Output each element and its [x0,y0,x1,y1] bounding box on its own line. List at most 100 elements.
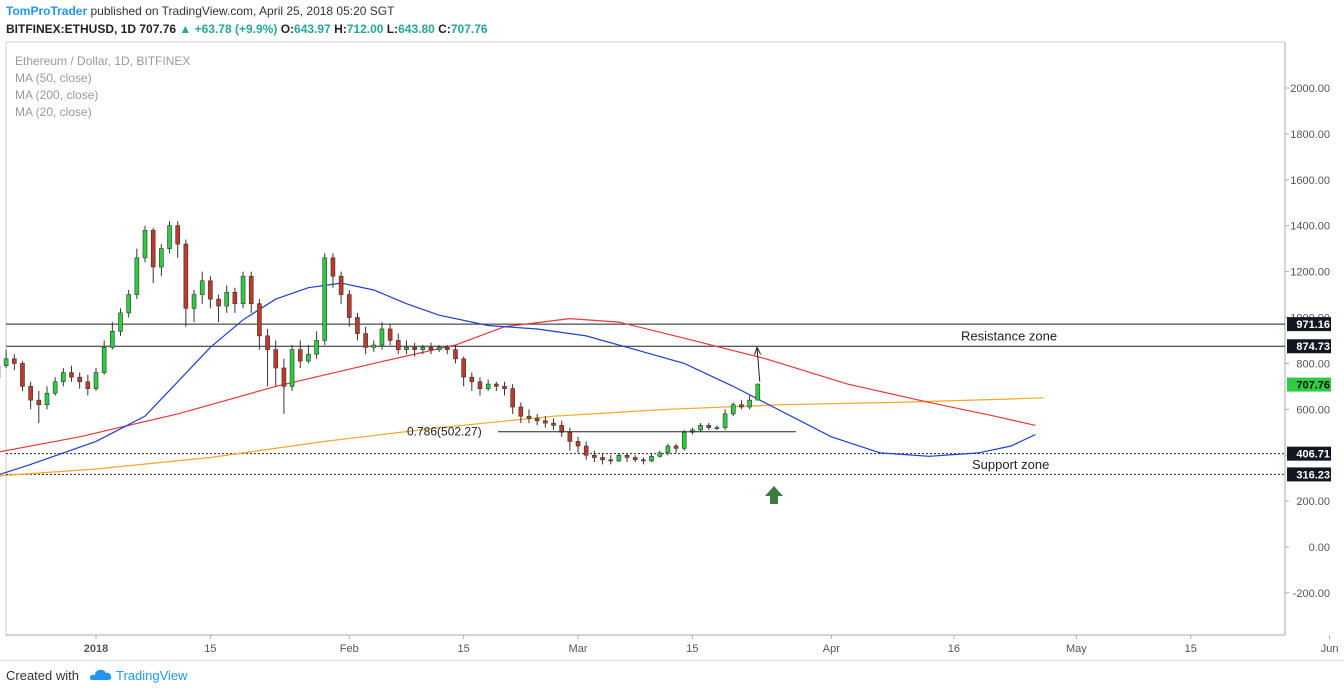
candle-body [583,445,589,456]
footer-bar: Created with TradingView [0,660,1344,693]
x-tick-label: 16 [948,643,960,655]
price-label: 971.16 [1296,319,1330,331]
candle-body [461,358,466,378]
candle-body [739,404,744,408]
y-tick-label: 2000.00 [1290,83,1330,95]
candle-body [730,404,736,415]
x-tick-label: 15 [204,643,216,655]
candle-body [167,225,172,249]
resistance-zone-label: Resistance zone [961,329,1057,344]
fib-label: 0.786(502.27) [407,425,482,439]
candle-body [600,457,605,461]
candle-body [28,386,33,401]
x-tick-label: 15 [1185,643,1197,655]
price-label: 406.71 [1296,449,1330,461]
candle-body [379,328,385,346]
x-tick-label: Jun [1321,643,1339,655]
candle-body [346,294,352,318]
chart-legend: Ethereum / Dollar, 1D, BITFINEX MA (50, … [15,53,190,121]
candle-body [297,349,303,362]
candle-body [575,441,581,447]
candle-body [265,335,270,350]
candle-body [722,413,728,428]
candle-body [673,445,679,449]
candle-body [363,333,368,348]
candle-body [281,367,287,387]
candle-body [289,349,295,387]
price-label: 316.23 [1296,469,1330,481]
candle-body [175,225,180,245]
candle-body [77,376,82,383]
legend-ma200[interactable]: MA (200, close) [15,87,190,104]
candle-body [338,275,344,295]
candle-body [44,392,50,406]
candle-body [232,291,238,305]
candle-body [12,358,17,364]
candle-body [257,303,262,337]
y-tick-label: 1600.00 [1290,175,1330,187]
candle-body [534,418,540,422]
legend-ma50[interactable]: MA (50, close) [15,70,190,87]
legend-ma20[interactable]: MA (20, close) [15,104,190,121]
candle-body [698,425,703,431]
x-tick-label: May [1066,643,1087,655]
candle-body [665,445,671,454]
candle-body [306,353,311,362]
candle-body [502,386,507,389]
created-with-text: Created with [6,668,79,683]
candle-body [85,381,91,389]
y-tick-label: 800.00 [1296,358,1330,370]
y-tick-label: 1400.00 [1290,221,1330,233]
candle-body [159,248,164,268]
ma50-line [0,282,1036,476]
chart-area[interactable]: 2000.001800.001600.001400.001200.001000.… [0,0,1344,692]
candle-body [714,427,720,429]
candle-body [543,420,548,424]
candle-body [240,275,246,305]
plot-frame [5,41,1286,636]
candle-body [322,257,328,341]
candle-body [469,376,475,383]
tradingview-brand: TradingView [116,668,188,683]
candle-body [755,383,761,401]
y-tick-label: 200.00 [1296,496,1330,508]
candle-body [608,459,614,462]
candle-body [494,383,499,387]
legend-title: Ethereum / Dollar, 1D, BITFINEX [15,54,191,68]
candle-body [510,388,515,408]
x-tick-label: 15 [686,643,698,655]
x-tick-label: Mar [569,643,588,655]
y-tick-label: 600.00 [1296,404,1330,416]
candle-body [641,459,646,462]
candle-body [36,399,42,406]
tradingview-logo[interactable]: TradingView [88,668,188,684]
candle-body [118,312,123,332]
candle-body [216,298,221,307]
candle-body [616,454,622,462]
x-tick-label: Feb [340,643,359,655]
candle-body [52,381,58,394]
candle-body [485,383,491,389]
candle-body [526,415,532,419]
candle-body [518,406,524,417]
candle-body [183,243,189,309]
candle-body [355,317,360,334]
candle-body [191,294,197,309]
candle-body [551,422,556,426]
candle-body [3,358,9,366]
candle-body [199,280,205,295]
candle-body [420,347,426,350]
candle-body [330,257,336,277]
price-chart[interactable]: 2000.001800.001600.001400.001200.001000.… [0,0,1344,692]
up-arrow-icon [765,486,783,504]
candle-body [477,381,483,389]
candle-body [371,344,377,348]
x-tick-label: Apr [823,643,840,655]
candle-body [208,280,213,300]
candle-body [559,425,564,433]
candle-body [142,229,148,259]
candle-body [69,372,74,378]
candle-body [592,454,597,458]
candle-body [445,347,450,350]
y-tick-label: -200.00 [1293,588,1330,600]
